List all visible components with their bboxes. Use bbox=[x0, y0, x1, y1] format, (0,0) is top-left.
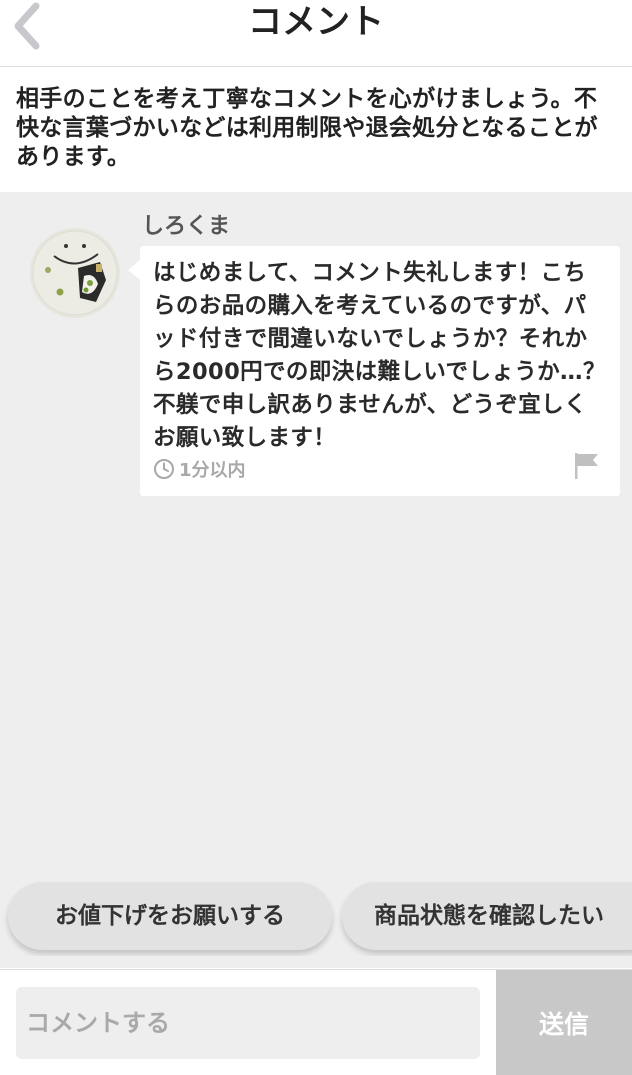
comment-bubble: はじめまして、コメント失礼します！こちらのお品の購入を考えているのですが、パッド… bbox=[128, 246, 620, 496]
avatar[interactable] bbox=[30, 228, 120, 318]
comment-guideline-notice: 相手のことを考え丁寧なコメントを心がけましょう。不快な言葉づかいなどは利用制限や… bbox=[0, 67, 632, 191]
comment-thread[interactable]: しろくま はじめまして、コメント失礼します！こちらのお品の購入を考えているのです… bbox=[0, 192, 632, 968]
comment-composer: 送信 bbox=[0, 969, 632, 1075]
send-button[interactable]: 送信 bbox=[496, 970, 632, 1075]
flag-icon bbox=[575, 453, 598, 479]
comment-input[interactable] bbox=[16, 987, 480, 1059]
header-bar: コメント bbox=[0, 0, 632, 67]
page-title: コメント bbox=[248, 2, 384, 42]
comment-username[interactable]: しろくま bbox=[142, 208, 230, 240]
avatar-illustration bbox=[30, 228, 120, 318]
clock-icon bbox=[154, 459, 174, 479]
quick-reply-price-request[interactable]: お値下げをお願いする bbox=[8, 882, 332, 950]
comment-timestamp: 1分以内 bbox=[153, 456, 246, 482]
comment-time-text: 1分以内 bbox=[179, 460, 246, 481]
report-flag-button[interactable] bbox=[574, 452, 600, 480]
quick-reply-condition-check[interactable]: 商品状態を確認したい bbox=[342, 882, 632, 950]
quick-reply-bar: お値下げをお願いする 商品状態を確認したい bbox=[0, 880, 632, 956]
comment-message: はじめまして、コメント失礼します！こちらのお品の購入を考えているのですが、パッド… bbox=[153, 260, 606, 451]
